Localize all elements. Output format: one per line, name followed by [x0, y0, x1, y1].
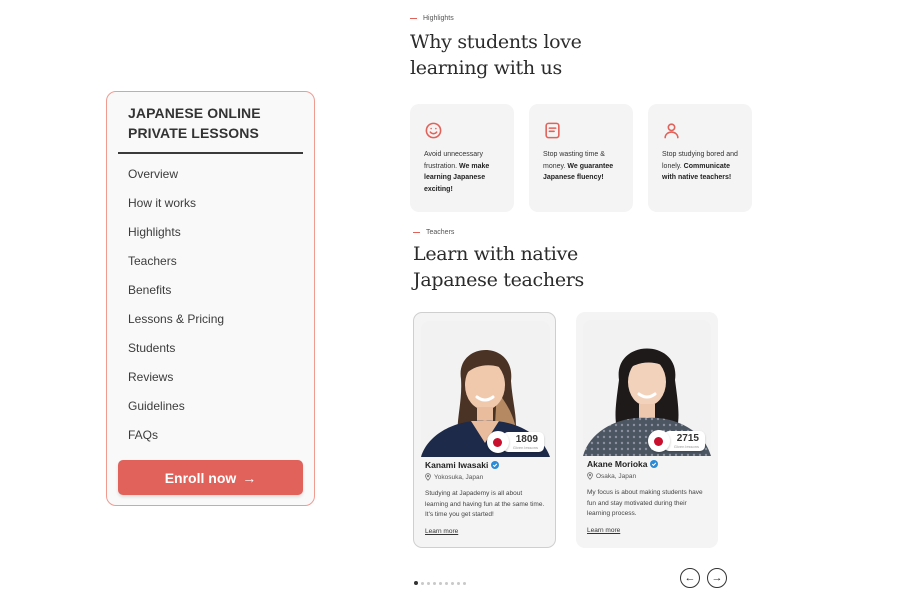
- highlight-text: Stop wasting time & money. We guarantee …: [543, 149, 621, 184]
- teacher-name-row: Akane Morioka: [587, 459, 659, 469]
- teacher-location-row: Osaka, Japan: [587, 472, 636, 480]
- highlights-heading-line-1: Why students love: [410, 31, 582, 53]
- carousel-dot[interactable]: [457, 581, 460, 585]
- lessons-count: 2715: [676, 433, 699, 444]
- lessons-count-box: 2715 Given lessons: [663, 431, 705, 451]
- carousel-dot[interactable]: [445, 581, 448, 585]
- highlights-eyebrow-label: Highlights: [423, 15, 454, 22]
- sidebar-item-faqs[interactable]: FAQs: [128, 425, 224, 454]
- arrow-right-icon: →: [711, 571, 723, 584]
- carousel-dot[interactable]: [427, 581, 430, 585]
- carousel-prev-button[interactable]: ←: [680, 568, 700, 588]
- highlight-card: Avoid unnecessary frustration. We make l…: [410, 104, 514, 212]
- enroll-now-label: Enroll now: [164, 469, 237, 486]
- carousel-dot[interactable]: [421, 581, 424, 585]
- sidebar-title-line-2: PRIVATE LESSONS: [128, 125, 259, 141]
- sidebar: JAPANESE ONLINE PRIVATE LESSONS Overview…: [106, 91, 315, 506]
- lessons-count: 1809: [515, 434, 538, 445]
- eyebrow-dash: [410, 18, 417, 19]
- lessons-badge: 2715 Given lessons: [647, 430, 705, 452]
- verified-icon: [491, 461, 500, 469]
- highlight-text: Stop studying bored and lonely. Communic…: [662, 149, 740, 184]
- message-square-icon: [545, 122, 560, 139]
- sidebar-item-guidelines[interactable]: Guidelines: [128, 396, 224, 425]
- user-icon: [664, 123, 679, 139]
- teacher-name: Kanami Iwasaki: [425, 460, 489, 470]
- teachers-heading-line-1: Learn with native: [413, 243, 578, 265]
- sidebar-item-students[interactable]: Students: [128, 338, 224, 367]
- learn-more-link[interactable]: Learn more: [587, 527, 620, 534]
- highlights-eyebrow: Highlights: [410, 15, 454, 22]
- sidebar-item-how-it-works[interactable]: How it works: [128, 193, 224, 222]
- location-pin-icon: [425, 473, 431, 481]
- location-pin-icon: [587, 472, 593, 480]
- teacher-bio: My focus is about making students have f…: [587, 489, 703, 518]
- teacher-location: Osaka, Japan: [596, 472, 637, 480]
- verified-icon: [650, 460, 659, 468]
- lessons-badge: 1809 Given lessons: [486, 431, 544, 453]
- sidebar-item-lessons-pricing[interactable]: Lessons & Pricing: [128, 309, 224, 338]
- arrow-left-icon: ←: [684, 571, 696, 584]
- teachers-heading-line-2: Japanese teachers: [413, 269, 585, 291]
- sidebar-item-overview[interactable]: Overview: [128, 164, 224, 193]
- teachers-eyebrow-label: Teachers: [426, 229, 455, 236]
- carousel-dot[interactable]: [439, 581, 442, 585]
- arrow-right-icon: →: [242, 469, 257, 486]
- japan-flag-icon: [486, 431, 509, 453]
- teacher-card[interactable]: 1809 Given lessons Kanami Iwasaki Yokosu…: [413, 312, 556, 548]
- eyebrow-dash: [413, 232, 420, 233]
- teacher-location: Yokosuka, Japan: [434, 473, 484, 481]
- carousel-dot[interactable]: [463, 581, 466, 585]
- sidebar-item-highlights[interactable]: Highlights: [128, 222, 224, 251]
- teacher-name: Akane Morioka: [587, 459, 648, 469]
- teacher-photo: 2715 Given lessons: [583, 320, 711, 456]
- highlight-card: Stop wasting time & money. We guarantee …: [529, 104, 633, 212]
- sidebar-divider: [118, 152, 303, 154]
- sidebar-item-benefits[interactable]: Benefits: [128, 280, 224, 309]
- teacher-photo: 1809 Given lessons: [421, 321, 550, 457]
- lessons-count-box: 1809 Given lessons: [502, 432, 544, 452]
- enroll-now-button[interactable]: Enroll now →: [118, 460, 303, 495]
- lessons-label: Given lessons: [512, 445, 538, 450]
- carousel-pagination: [414, 581, 466, 585]
- learn-more-link[interactable]: Learn more: [425, 528, 458, 535]
- carousel-next-button[interactable]: →: [707, 568, 727, 588]
- highlights-heading: Why students love learning with us: [410, 29, 582, 81]
- teacher-location-row: Yokosuka, Japan: [425, 473, 483, 481]
- sidebar-item-teachers[interactable]: Teachers: [128, 251, 224, 280]
- carousel-dot[interactable]: [433, 581, 436, 585]
- smile-icon: [425, 122, 442, 139]
- carousel-dot[interactable]: [451, 581, 454, 585]
- teacher-bio: Studying at Japademy is all about learni…: [425, 490, 545, 519]
- teacher-card[interactable]: 2715 Given lessons Akane Morioka Osaka, …: [576, 312, 718, 548]
- highlight-card: Stop studying bored and lonely. Communic…: [648, 104, 752, 212]
- teacher-name-row: Kanami Iwasaki: [425, 460, 500, 470]
- teachers-eyebrow: Teachers: [413, 229, 454, 236]
- highlights-heading-line-2: learning with us: [410, 57, 562, 79]
- highlight-text: Avoid unnecessary frustration. We make l…: [424, 149, 502, 195]
- lessons-label: Given lessons: [673, 444, 699, 449]
- sidebar-item-reviews[interactable]: Reviews: [128, 367, 224, 396]
- japan-flag-icon: [647, 430, 670, 452]
- teachers-heading: Learn with native Japanese teachers: [413, 241, 584, 293]
- sidebar-nav: Overview How it works Highlights Teacher…: [128, 164, 224, 454]
- sidebar-title: JAPANESE ONLINE PRIVATE LESSONS: [128, 103, 298, 143]
- sidebar-title-line-1: JAPANESE ONLINE: [128, 105, 261, 121]
- carousel-dot[interactable]: [414, 581, 418, 585]
